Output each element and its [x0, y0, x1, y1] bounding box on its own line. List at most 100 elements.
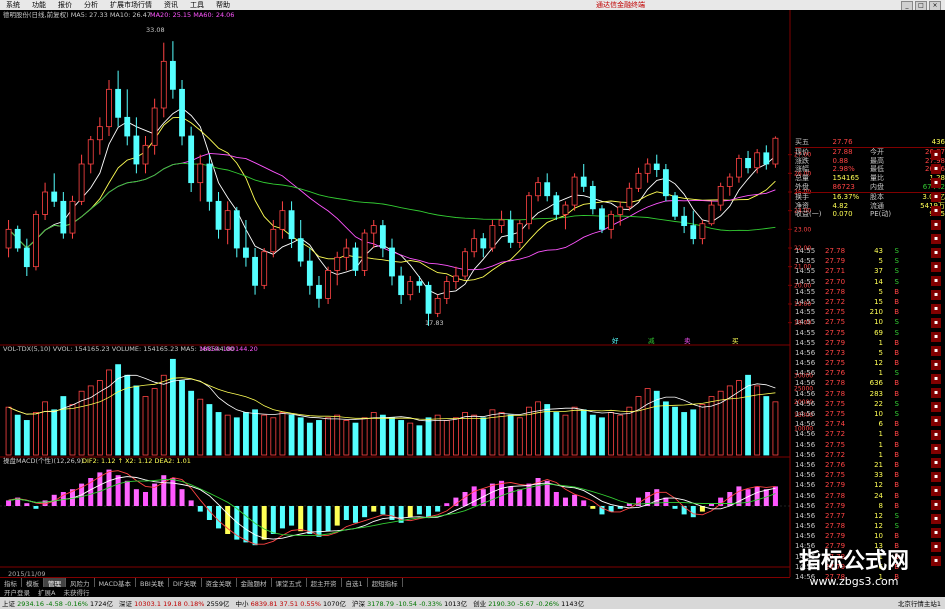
- menu-item-help[interactable]: 帮助: [210, 0, 236, 10]
- tab-12[interactable]: 超短指标: [368, 578, 403, 588]
- side-button-icon[interactable]: ▪: [931, 276, 941, 286]
- index-quote[interactable]: 创业 2190.30 -5.67 -0.26% 1143亿: [473, 598, 584, 608]
- tab-8[interactable]: 金融题材: [237, 578, 272, 588]
- candle-body: [772, 137, 779, 165]
- watermark: 指标公式网 www.zbgs3.com: [765, 548, 943, 598]
- trade-side: B: [894, 379, 899, 388]
- candle-body: [87, 139, 94, 165]
- menu-item-extended-market[interactable]: 扩展市场行情: [104, 0, 158, 10]
- candle-body: [379, 225, 386, 249]
- side-button-icon[interactable]: ▪: [931, 360, 941, 370]
- secondary-tabs: 开户登录 扩展A 未获得行: [0, 587, 790, 597]
- index-label: 上证: [2, 600, 18, 608]
- trade-volume: 10: [874, 532, 883, 541]
- side-button-icon[interactable]: ▪: [931, 430, 941, 440]
- index-quote[interactable]: 深证 10303.1 19.18 0.18% 2559亿: [119, 598, 229, 608]
- index-quote[interactable]: 中小 6839.81 37.51 0.55% 1070亿: [236, 598, 346, 608]
- index-val: 3178.79: [367, 600, 397, 608]
- candle-body: [306, 260, 313, 286]
- volume-bar: [169, 358, 176, 456]
- candle-body: [96, 126, 103, 141]
- volume-bar: [717, 390, 724, 456]
- tab-6[interactable]: DIF关联: [169, 578, 202, 588]
- trade-price: 27.75: [825, 410, 846, 418]
- trade-volume: 6: [878, 420, 883, 429]
- side-button-icon[interactable]: ▪: [931, 346, 941, 356]
- indicator-tabs: 指标 模板 管理 风险力 MACD基本 BBI关联 DIF关联 资金关联 金融题材 课堂五式 超主开…: [0, 577, 790, 588]
- tab-5[interactable]: BBI关联: [136, 578, 169, 588]
- side-button-icon[interactable]: ▪: [931, 206, 941, 216]
- volume-bar: [343, 420, 350, 456]
- tab-0[interactable]: 指标: [0, 578, 22, 588]
- index-amt: 1724亿: [89, 600, 114, 608]
- trade-volume: 636: [869, 379, 883, 388]
- trade-side: B: [894, 297, 899, 306]
- menu-item-tools[interactable]: 工具: [184, 0, 210, 10]
- volume-bar: [480, 417, 487, 456]
- side-button-icon[interactable]: ▪: [931, 514, 941, 524]
- menu-item-news[interactable]: 资讯: [158, 0, 184, 10]
- signal-marker-2: 减: [648, 336, 655, 345]
- side-button-icon[interactable]: ▪: [931, 164, 941, 174]
- side-button-icon[interactable]: ▪: [931, 416, 941, 426]
- side-button-icon[interactable]: ▪: [931, 248, 941, 258]
- side-button-icon[interactable]: ▪: [931, 178, 941, 188]
- index-quote[interactable]: 上证 2934.16 -4.58 -0.16% 1724亿: [2, 598, 113, 608]
- side-button-icon[interactable]: ▪: [931, 444, 941, 454]
- trade-price: 27.74: [825, 420, 846, 429]
- side-button-icon[interactable]: ▪: [931, 234, 941, 244]
- index-quote[interactable]: 沪深 3178.79 -10.54 -0.33% 1013亿: [352, 598, 467, 608]
- trade-time: 14:56: [795, 379, 816, 388]
- tab-7[interactable]: 资金关联: [202, 578, 237, 588]
- side-button-icon[interactable]: ▪: [931, 486, 941, 496]
- side-button-icon[interactable]: ▪: [931, 150, 941, 160]
- low-annotation: 17.83: [425, 319, 444, 327]
- secondary-tab-2[interactable]: 未获得行: [59, 587, 93, 597]
- trade-price: 27.79: [825, 338, 846, 347]
- side-button-icon[interactable]: ▪: [931, 304, 941, 314]
- side-button-icon[interactable]: ▪: [931, 528, 941, 538]
- trade-volume: 12: [874, 511, 883, 520]
- menu-item-quote[interactable]: 报价: [52, 0, 78, 10]
- tab-2[interactable]: 管理: [44, 578, 66, 588]
- index-label: 沪深: [352, 600, 368, 608]
- tab-1[interactable]: 模板: [22, 578, 44, 588]
- secondary-tab-1[interactable]: 扩展A: [34, 587, 59, 597]
- menu-item-analysis[interactable]: 分析: [78, 0, 104, 10]
- trade-time: 14:56: [795, 532, 816, 541]
- tab-9[interactable]: 课堂五式: [272, 578, 307, 588]
- side-button-icon[interactable]: ▪: [931, 500, 941, 510]
- macd-bar: [197, 506, 203, 512]
- side-button-icon[interactable]: ▪: [931, 192, 941, 202]
- menu-item-system[interactable]: 系统: [0, 0, 26, 10]
- trade-time: 14:56: [795, 450, 816, 459]
- candle-body: [23, 247, 30, 268]
- candle-body: [480, 238, 487, 249]
- side-button-icon[interactable]: ▪: [931, 332, 941, 342]
- side-button-icon[interactable]: ▪: [931, 458, 941, 468]
- side-button-icon[interactable]: ▪: [931, 472, 941, 482]
- macd-bar: [672, 506, 678, 509]
- candle-body: [544, 182, 551, 197]
- tab-10[interactable]: 超主开资: [307, 578, 342, 588]
- trade-price: 27.75: [825, 308, 846, 317]
- app-title: 通达信金融终端: [596, 1, 645, 9]
- side-button-icon[interactable]: ▪: [931, 290, 941, 300]
- side-button-icon[interactable]: ▪: [931, 262, 941, 272]
- macd-bar: [444, 503, 450, 506]
- tab-4[interactable]: MACD基本: [95, 578, 136, 588]
- trade-volume: 33: [874, 471, 883, 480]
- candle-body: [717, 185, 724, 206]
- volume-bar: [352, 422, 359, 456]
- side-button-icon[interactable]: ▪: [931, 388, 941, 398]
- menu-item-function[interactable]: 功能: [26, 0, 52, 10]
- trade-volume: 1: [878, 430, 883, 439]
- trade-time: 14:56: [795, 359, 816, 368]
- side-button-icon[interactable]: ▪: [931, 402, 941, 412]
- tab-3[interactable]: 风险力: [66, 578, 95, 588]
- secondary-tab-0[interactable]: 开户登录: [0, 587, 34, 597]
- side-button-icon[interactable]: ▪: [931, 220, 941, 230]
- side-button-icon[interactable]: ▪: [931, 318, 941, 328]
- tab-11[interactable]: 自选1: [342, 578, 368, 588]
- side-button-icon[interactable]: ▪: [931, 374, 941, 384]
